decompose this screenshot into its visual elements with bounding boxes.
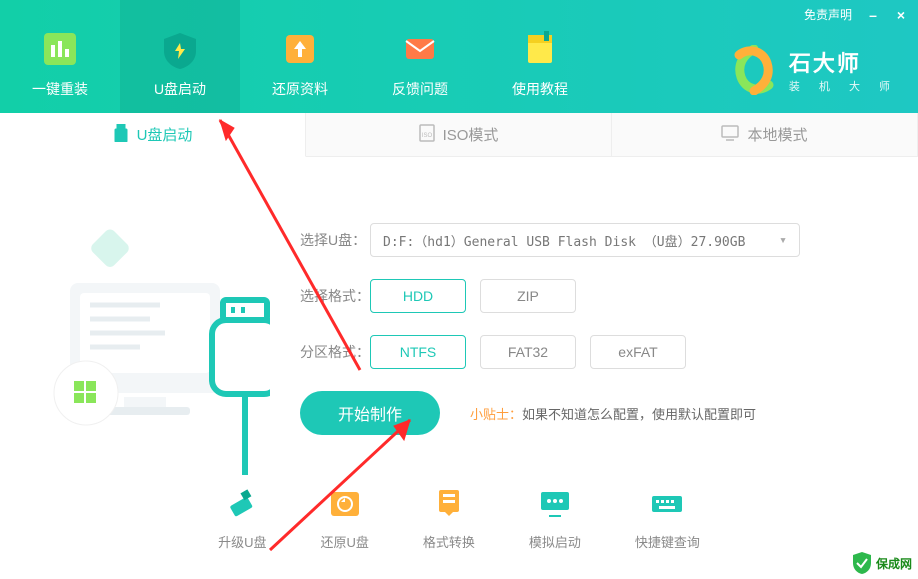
tool-hotkey-lookup[interactable]: 快捷键查询: [635, 484, 700, 551]
nav-label: 使用教程: [512, 79, 568, 99]
disclaimer-link[interactable]: 免责声明: [804, 6, 852, 23]
tool-label: 模拟启动: [529, 532, 581, 551]
tool-restore-usb[interactable]: 还原U盘: [320, 484, 368, 551]
usb-stick-icon: [113, 124, 129, 146]
mode-tabs: U盘启动 ISO ISO模式 本地模式: [0, 113, 918, 157]
source-watermark: 保成网: [852, 551, 912, 575]
partition-option-fat32[interactable]: FAT32: [480, 335, 576, 369]
brand-logo-icon: [729, 45, 779, 95]
monitor-play-icon: [535, 484, 575, 524]
tool-format-convert[interactable]: 格式转换: [423, 484, 475, 551]
nav-usb-boot[interactable]: U盘启动: [120, 0, 240, 113]
nav-reinstall[interactable]: 一键重装: [0, 0, 120, 113]
close-button[interactable]: ×: [894, 8, 908, 22]
partition-option-ntfs[interactable]: NTFS: [370, 335, 466, 369]
tool-upgrade-usb[interactable]: 升级U盘: [218, 484, 266, 551]
config-tip: 小贴士：如果不知道怎么配置，使用默认配置即可: [470, 404, 756, 423]
brand-subtitle: 装 机 大 师: [789, 78, 898, 94]
partition-option-exfat[interactable]: exFAT: [590, 335, 686, 369]
nav-feedback[interactable]: 反馈问题: [360, 0, 480, 113]
minimize-button[interactable]: –: [866, 8, 880, 22]
app-header: 一键重装 U盘启动 还原资料 反馈问题 使用教程: [0, 0, 918, 113]
bar-chart-icon: [38, 27, 82, 71]
keyboard-icon: [647, 484, 687, 524]
watermark-text: 保成网: [876, 555, 912, 572]
tip-prefix: 小贴士：: [470, 407, 522, 422]
svg-text:ISO: ISO: [421, 133, 432, 139]
upload-box-icon: [278, 27, 322, 71]
iso-file-icon: ISO: [419, 124, 435, 146]
nav-tutorial[interactable]: 使用教程: [480, 0, 600, 113]
config-form: 选择U盘： D:F:（hd1）General USB Flash Disk （U…: [300, 197, 878, 457]
nav-label: U盘启动: [154, 79, 206, 99]
convert-icon: [429, 484, 469, 524]
main-nav: 一键重装 U盘启动 还原资料 反馈问题 使用教程: [0, 0, 600, 113]
usb-select[interactable]: D:F:（hd1）General USB Flash Disk （U盘）27.9…: [370, 223, 800, 257]
nav-restore[interactable]: 还原资料: [240, 0, 360, 113]
tab-local-mode[interactable]: 本地模式: [612, 113, 918, 157]
tab-label: ISO模式: [443, 124, 499, 145]
nav-label: 反馈问题: [392, 79, 448, 99]
chevron-down-icon: ▾: [779, 233, 787, 248]
shield-check-icon: [852, 551, 872, 575]
start-create-button[interactable]: 开始制作: [300, 391, 440, 435]
tool-label: 升级U盘: [218, 532, 266, 551]
tab-label: U盘启动: [137, 124, 193, 145]
book-icon: [518, 27, 562, 71]
restore-icon: [325, 484, 365, 524]
usb-select-label: 选择U盘：: [300, 230, 370, 250]
usb-upgrade-icon: [222, 484, 262, 524]
tool-simulate-boot[interactable]: 模拟启动: [529, 484, 581, 551]
tab-iso-mode[interactable]: ISO ISO模式: [306, 113, 612, 157]
brand-title: 石大师: [789, 46, 898, 78]
format-option-zip[interactable]: ZIP: [480, 279, 576, 313]
tool-label: 还原U盘: [320, 532, 368, 551]
tip-text: 如果不知道怎么配置，使用默认配置即可: [522, 407, 756, 422]
nav-label: 还原资料: [272, 79, 328, 99]
illustration: [40, 197, 270, 457]
format-label: 选择格式：: [300, 286, 370, 306]
nav-label: 一键重装: [32, 79, 88, 99]
tool-row: 升级U盘 还原U盘 格式转换 模拟启动 快捷键查询: [0, 484, 918, 551]
mail-icon: [398, 27, 442, 71]
tool-label: 快捷键查询: [635, 532, 700, 551]
partition-label: 分区格式：: [300, 342, 370, 362]
usb-shield-icon: [158, 27, 202, 71]
format-option-hdd[interactable]: HDD: [370, 279, 466, 313]
tool-label: 格式转换: [423, 532, 475, 551]
usb-select-value: D:F:（hd1）General USB Flash Disk （U盘）27.9…: [383, 231, 745, 250]
tab-usb-boot[interactable]: U盘启动: [0, 113, 306, 157]
monitor-icon: [721, 125, 739, 145]
tab-label: 本地模式: [747, 124, 807, 145]
